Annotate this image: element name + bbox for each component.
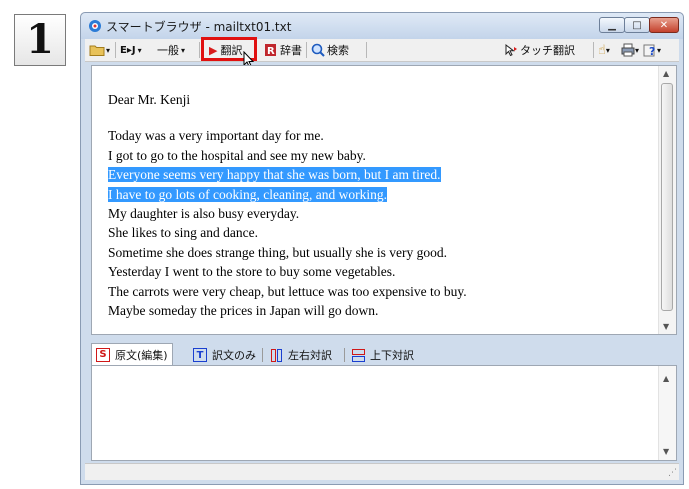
step-badge: 1 xyxy=(14,14,66,66)
resize-grip-icon[interactable]: ⋰ xyxy=(668,468,677,478)
printer-icon xyxy=(621,43,635,57)
text-line: She likes to sing and dance. xyxy=(108,225,258,241)
chevron-down-icon: ▾ xyxy=(657,45,662,55)
salutation: Dear Mr. Kenji xyxy=(108,92,191,107)
text-line: The carrots were very cheap, but lettuce… xyxy=(108,283,467,299)
app-window: スマートブラウザ - mailtxt01.txt ▁ □ ✕ ▾ E▸J ▾ 一… xyxy=(80,12,684,485)
close-button[interactable]: ✕ xyxy=(649,17,679,33)
top-bottom-icon xyxy=(351,348,365,362)
chevron-down-icon: ▾ xyxy=(605,45,610,55)
side-by-side-icon xyxy=(269,348,283,362)
tab-label: 原文(編集) xyxy=(115,348,168,362)
tab-top-bottom[interactable]: 上下対訳 xyxy=(347,345,418,365)
dictionary-label: 辞書 xyxy=(280,44,302,57)
hand-icon: ☝ xyxy=(598,42,606,58)
text-line: My daughter is also busy everyday. xyxy=(108,206,300,222)
toolbar: ▾ E▸J ▾ 一般 ▾ ▶ 翻訳 R 辞書 検索 タッチ翻訳 ☝ ▾ ▾ ? … xyxy=(85,39,679,62)
help-icon: ? xyxy=(643,44,655,57)
open-folder-button[interactable]: ▾ xyxy=(89,41,110,59)
title-bar[interactable]: スマートブラウザ - mailtxt01.txt ▁ □ ✕ xyxy=(81,13,683,39)
svg-text:?: ? xyxy=(649,45,655,57)
toolbar-separator xyxy=(366,42,367,58)
close-icon: ✕ xyxy=(659,19,669,31)
folder-icon xyxy=(89,45,105,56)
editor-content[interactable]: Dear Mr. Kenji Today was a very importan… xyxy=(108,90,467,320)
tab-label: 訳文のみ xyxy=(212,349,256,362)
toolbar-separator xyxy=(593,42,594,58)
editor-scrollbar[interactable]: ▲ ▼ xyxy=(658,66,676,334)
text-line: Maybe someday the prices in Japan will g… xyxy=(108,303,379,319)
smart-browser-icon xyxy=(89,20,101,32)
help-dropdown[interactable]: ? ▾ xyxy=(643,41,661,59)
tab-label: 上下対訳 xyxy=(370,349,414,362)
chevron-down-icon: ▾ xyxy=(635,45,640,55)
maximize-icon: □ xyxy=(632,19,642,31)
toolbar-separator xyxy=(199,42,200,58)
pane-scrollbar[interactable]: ▲ ▼ xyxy=(658,366,676,460)
scroll-down-icon[interactable]: ▼ xyxy=(663,447,669,456)
touch-translate-button[interactable]: タッチ翻訳 xyxy=(504,41,575,59)
svg-text:R: R xyxy=(267,46,275,57)
minimize-button[interactable]: ▁ xyxy=(599,17,625,33)
search-button[interactable]: 検索 xyxy=(311,41,349,59)
mode-label: 一般 xyxy=(157,44,179,57)
source-text-editor[interactable]: Dear Mr. Kenji Today was a very importan… xyxy=(91,65,677,335)
scroll-up-icon[interactable]: ▲ xyxy=(663,69,669,78)
chevron-down-icon: ▾ xyxy=(181,45,186,55)
scroll-down-icon[interactable]: ▼ xyxy=(663,322,669,331)
translation-icon: T xyxy=(193,348,207,362)
toolbar-separator xyxy=(306,42,307,58)
chevron-down-icon: ▾ xyxy=(106,45,111,55)
dictionary-icon: R xyxy=(265,44,276,57)
tab-label: 左右対訳 xyxy=(288,349,332,362)
selected-text-line: I have to go lots of cooking, cleaning, … xyxy=(108,186,387,202)
tab-divider xyxy=(344,348,345,362)
tab-translation-only[interactable]: T 訳文のみ xyxy=(189,345,260,365)
window-title: スマートブラウザ - mailtxt01.txt xyxy=(106,20,292,34)
search-label: 検索 xyxy=(327,44,349,57)
step-number: 1 xyxy=(26,16,54,63)
touch-translate-label: タッチ翻訳 xyxy=(520,44,575,57)
view-tabs: S 原文(編集) T 訳文のみ 左右対訳 上下対訳 xyxy=(91,343,677,365)
text-line: Today was a very important day for me. xyxy=(108,128,324,144)
touch-translate-icon xyxy=(505,43,517,57)
print-dropdown[interactable]: ▾ xyxy=(621,41,639,59)
selected-text-line: Everyone seems very happy that she was b… xyxy=(108,167,441,183)
source-icon: S xyxy=(96,347,110,362)
dictionary-button[interactable]: R 辞書 xyxy=(264,41,302,59)
scrollbar-thumb[interactable] xyxy=(661,83,673,311)
maximize-button[interactable]: □ xyxy=(624,17,650,33)
hand-tool-dropdown[interactable]: ☝ ▾ xyxy=(598,41,610,59)
chevron-down-icon: ▾ xyxy=(137,45,142,55)
text-line: Yesterday I went to the store to buy som… xyxy=(108,264,396,280)
toolbar-separator xyxy=(115,42,116,58)
scroll-up-icon[interactable]: ▲ xyxy=(663,374,669,383)
secondary-text-pane[interactable]: ▲ ▼ xyxy=(91,365,677,461)
status-bar: ⋰ xyxy=(85,463,679,480)
minimize-icon: ▁ xyxy=(608,19,616,31)
tab-side-by-side[interactable]: 左右対訳 xyxy=(265,345,336,365)
search-icon xyxy=(311,43,325,57)
text-line: I got to go to the hospital and see my n… xyxy=(108,147,366,163)
mode-dropdown[interactable]: 一般 ▾ xyxy=(157,41,185,59)
direction-label: E▸J xyxy=(120,44,136,56)
tab-divider xyxy=(262,348,263,362)
tab-source-edit[interactable]: S 原文(編集) xyxy=(91,343,173,365)
direction-dropdown[interactable]: E▸J ▾ xyxy=(120,41,142,59)
text-line: Sometime she does strange thing, but usu… xyxy=(108,244,447,260)
